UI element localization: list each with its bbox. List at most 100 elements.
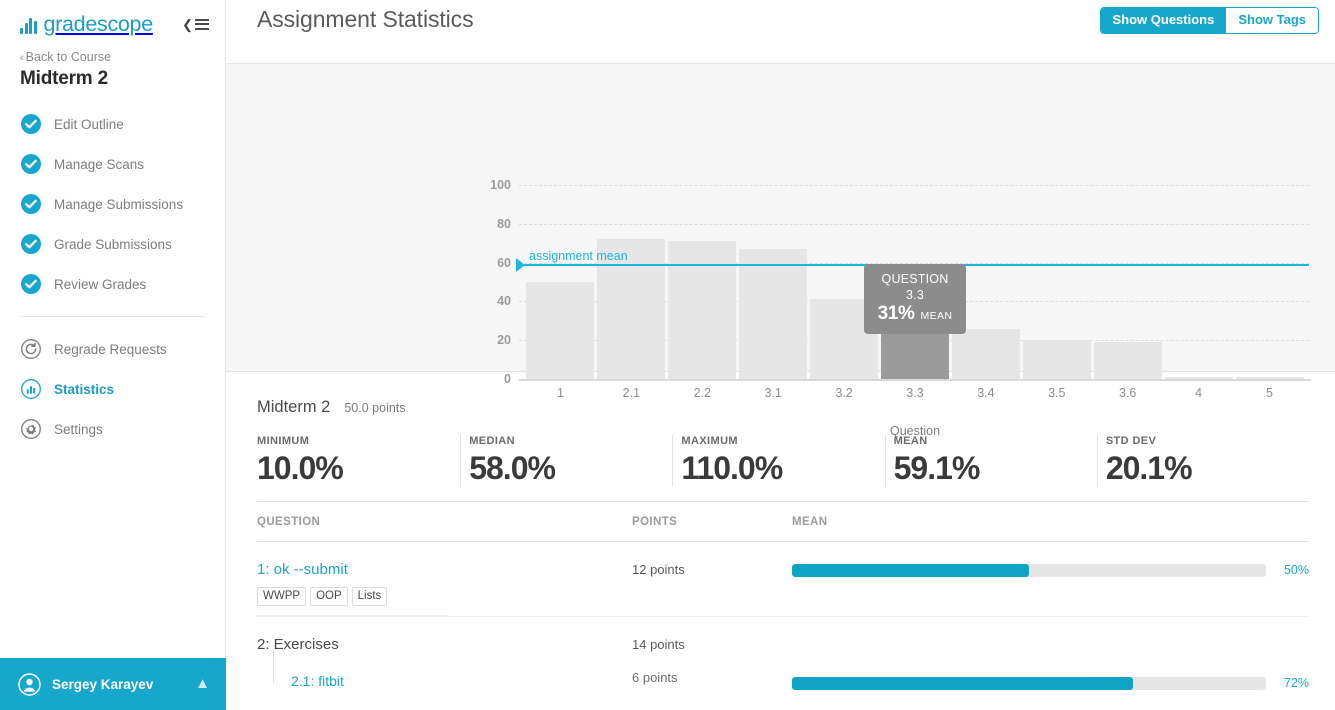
stat-minimum: MINIMUM 10.0% (257, 435, 460, 486)
sidebar-item-grade-submissions[interactable]: Grade Submissions (0, 224, 225, 264)
bar-tooltip: QUESTION 3.331%MEAN (864, 264, 966, 334)
bar-column[interactable]: 3.1 (738, 185, 809, 379)
points-cell: 12 points (632, 560, 792, 577)
logo-bars-icon (20, 17, 37, 34)
view-toggle-group: Show Questions Show Tags (1100, 7, 1320, 34)
back-to-course-label: Back to Course (26, 50, 111, 64)
user-name: Sergey Karayev (52, 677, 153, 692)
points-cell: 14 points 6 points (632, 635, 792, 685)
bar-column[interactable]: 5 (1234, 185, 1305, 379)
column-header-points: POINTS (632, 516, 792, 528)
x-axis-tick-label: 2.2 (667, 386, 738, 400)
question-cell: 2: Exercises 2.1: fitbit (257, 635, 632, 681)
bar[interactable] (1236, 377, 1304, 379)
sidebar-item-label: Edit Outline (54, 117, 124, 132)
x-axis-tick-label: 3.5 (1021, 386, 1092, 400)
bar[interactable] (952, 329, 1020, 379)
sidebar-item-label: Settings (54, 422, 103, 437)
x-axis-tick-label: 1 (525, 386, 596, 400)
x-axis-tick-label: 3.2 (809, 386, 880, 400)
bar-column[interactable]: 2.1 (596, 185, 667, 379)
bar[interactable] (1094, 342, 1162, 379)
sidebar: gradescope ❮ ‹Back to Course Midterm 2 E… (0, 0, 226, 710)
mean-value: 50% (1275, 563, 1309, 577)
page-title: Assignment Statistics (257, 0, 473, 33)
mean-progress-fill (792, 564, 1029, 577)
sidebar-header: gradescope ❮ (0, 0, 225, 38)
x-axis-tick-label: 4 (1163, 386, 1234, 400)
stat-value: 59.1% (894, 450, 1097, 486)
sidebar-item-statistics[interactable]: Statistics (0, 369, 225, 409)
show-tags-button[interactable]: Show Tags (1226, 8, 1318, 33)
summary-header: Midterm 2 50.0 points (257, 398, 1309, 417)
bar[interactable] (1165, 377, 1233, 379)
show-questions-button[interactable]: Show Questions (1101, 8, 1227, 33)
x-axis-line (519, 379, 1311, 381)
chevron-up-icon[interactable]: ▲ (195, 678, 210, 690)
assignment-chart-panel: 02040608010012.12.23.13.23.33.43.53.645Q… (226, 64, 1335, 372)
bar-chart-circle-icon (20, 378, 42, 400)
sidebar-item-review-grades[interactable]: Review Grades (0, 264, 225, 304)
sidebar-item-manage-submissions[interactable]: Manage Submissions (0, 184, 225, 224)
stat-std-dev: STD DEV 20.1% (1097, 435, 1309, 486)
hamburger-lines (195, 19, 209, 30)
summary-assignment-name: Midterm 2 (257, 398, 330, 417)
sidebar-divider (20, 316, 205, 317)
user-avatar-icon (18, 673, 41, 696)
chevron-left-glyph: ❮ (182, 19, 193, 30)
summary-points: 50.0 points (344, 401, 405, 415)
main-content: Assignment Statistics Show Questions Sho… (226, 0, 1335, 710)
question-table-header: QUESTION POINTS MEAN (257, 502, 1309, 542)
subquestion-guide (273, 651, 274, 683)
sidebar-item-edit-outline[interactable]: Edit Outline (0, 104, 225, 144)
bar[interactable] (668, 241, 736, 379)
mean-progress-fill (792, 677, 1133, 690)
stat-value: 20.1% (1106, 450, 1309, 486)
bar-column[interactable]: 3.6 (1092, 185, 1163, 379)
table-row[interactable]: 2: Exercises 2.1: fitbit 14 points 6 poi… (257, 617, 1309, 690)
bar[interactable] (739, 249, 807, 379)
assignment-mean-arrow-icon (516, 258, 525, 272)
question-group-label: 2: Exercises (257, 636, 339, 653)
x-axis-tick-label: 5 (1234, 386, 1305, 400)
refresh-circle-icon (20, 338, 42, 360)
sidebar-item-regrade-requests[interactable]: Regrade Requests (0, 329, 225, 369)
tag-list: WWPP OOP Lists (257, 587, 447, 616)
x-axis-tick-label: 3.3 (880, 386, 951, 400)
question-link[interactable]: 1: ok --submit (257, 561, 348, 578)
bar-column[interactable]: 2.2 (667, 185, 738, 379)
mean-cell: 72% (792, 635, 1309, 690)
gradescope-logo[interactable]: gradescope (20, 14, 153, 34)
bar[interactable] (526, 282, 594, 379)
x-axis-tick-label: 3.4 (950, 386, 1021, 400)
bar-column[interactable]: 3.5 (1021, 185, 1092, 379)
bar-column[interactable]: 4 (1163, 185, 1234, 379)
chevron-left-icon: ‹ (20, 52, 24, 64)
stat-median: MEDIAN 58.0% (460, 435, 672, 486)
user-account-bar[interactable]: Sergey Karayev ▲ (0, 658, 226, 710)
summary-stats-row: MINIMUM 10.0% MEDIAN 58.0% MAXIMUM 110.0… (257, 435, 1309, 502)
collapse-sidebar-icon[interactable]: ❮ (182, 19, 209, 30)
check-circle-icon (20, 233, 42, 255)
tag-chip[interactable]: Lists (352, 587, 388, 606)
tag-chip[interactable]: WWPP (257, 587, 306, 606)
bar-column[interactable]: 1 (525, 185, 596, 379)
y-axis-tick-label: 40 (473, 294, 511, 308)
mean-progress-bar (792, 677, 1266, 690)
sidebar-item-settings[interactable]: Settings (0, 409, 225, 449)
logo-text: gradescope (44, 14, 153, 34)
sidebar-nav: Edit Outline Manage Scans Manage Submiss… (0, 104, 225, 449)
bar-chart[interactable]: 02040608010012.12.23.13.23.33.43.53.645Q… (226, 64, 1335, 371)
bar[interactable] (1023, 340, 1091, 379)
sidebar-item-manage-scans[interactable]: Manage Scans (0, 144, 225, 184)
column-header-mean: MEAN (792, 516, 1309, 528)
back-to-course-link[interactable]: ‹Back to Course (0, 38, 225, 64)
assignment-mean-label: assignment mean (529, 249, 628, 263)
x-axis-title: Question (525, 424, 1305, 438)
sidebar-item-label: Manage Submissions (54, 197, 183, 212)
subquestion-link[interactable]: 2.1: fitbit (291, 671, 344, 691)
tag-chip[interactable]: OOP (310, 587, 348, 606)
check-circle-icon (20, 153, 42, 175)
table-row[interactable]: 1: ok --submit WWPP OOP Lists 12 points … (257, 542, 1309, 617)
x-axis-tick-label: 2.1 (596, 386, 667, 400)
